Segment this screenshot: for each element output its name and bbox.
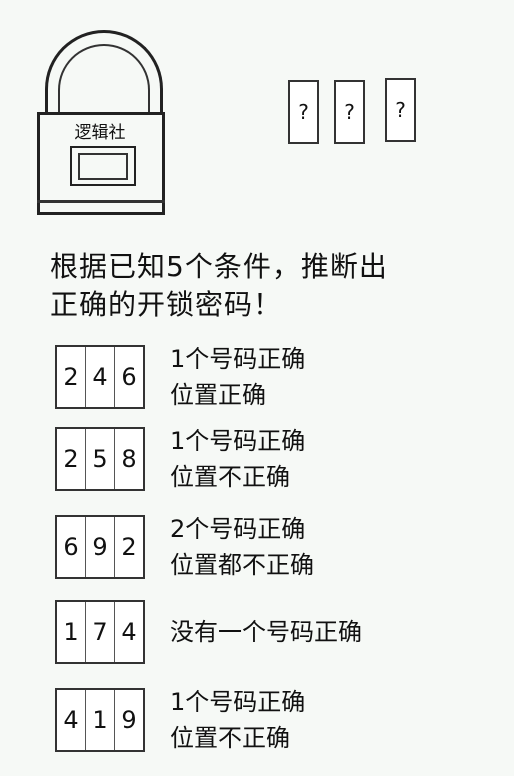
padlock-window-inner	[78, 153, 128, 180]
clue-text: 1个号码正确 位置正确	[170, 341, 305, 413]
clue-digit: 9	[86, 517, 115, 577]
clue-text: 没有一个号码正确	[170, 614, 362, 650]
unknown-digit-3: ?	[385, 78, 416, 142]
clue-digit: 9	[121, 706, 137, 734]
clue-text: 1个号码正确 位置不正确	[170, 423, 305, 495]
clue-line: 位置不正确	[170, 463, 290, 491]
clue-line: 1个号码正确	[170, 427, 306, 455]
clue-digit: 4	[86, 347, 115, 407]
clue-code: 258	[55, 427, 145, 491]
clue-code: 692	[55, 515, 145, 579]
clue-digit: 4	[121, 618, 137, 646]
clue-line: 1个号码正确	[170, 345, 306, 373]
clue-digit: 6	[121, 363, 137, 391]
clue-line: 2个号码正确	[170, 515, 306, 543]
clue-line: 1个号码正确	[170, 688, 306, 716]
clue-digit: 2	[57, 347, 86, 407]
clue-line: 位置正确	[170, 381, 266, 409]
clue-digit: 6	[57, 517, 86, 577]
instruction-line-2: 正确的开锁密码！	[50, 288, 283, 321]
padlock-label: 逻辑社	[74, 123, 126, 143]
clue-line: 位置都不正确	[170, 551, 314, 579]
clue-digit: 4	[57, 690, 86, 750]
clue-digit: 2	[57, 429, 86, 489]
clue-code: 419	[55, 688, 145, 752]
clue-digit: 5	[86, 429, 115, 489]
instruction-line-1: 根据已知5个条件，推断出	[50, 250, 388, 283]
clue-text: 1个号码正确 位置不正确	[170, 684, 305, 756]
clue-digit: 7	[86, 602, 115, 662]
clue-text: 2个号码正确 位置都不正确	[170, 511, 314, 583]
unknown-digit-1: ?	[288, 80, 319, 144]
clue-digit: 1	[57, 602, 86, 662]
clue-digit: 2	[121, 533, 137, 561]
clue-code: 174	[55, 600, 145, 664]
clue-line: 没有一个号码正确	[170, 618, 362, 646]
clue-digit: 8	[121, 445, 137, 473]
clue-line: 位置不正确	[170, 724, 290, 752]
padlock-stripe	[37, 200, 165, 203]
clue-digit: 1	[86, 690, 115, 750]
unknown-digit-2: ?	[334, 80, 365, 144]
clue-code: 246	[55, 345, 145, 409]
